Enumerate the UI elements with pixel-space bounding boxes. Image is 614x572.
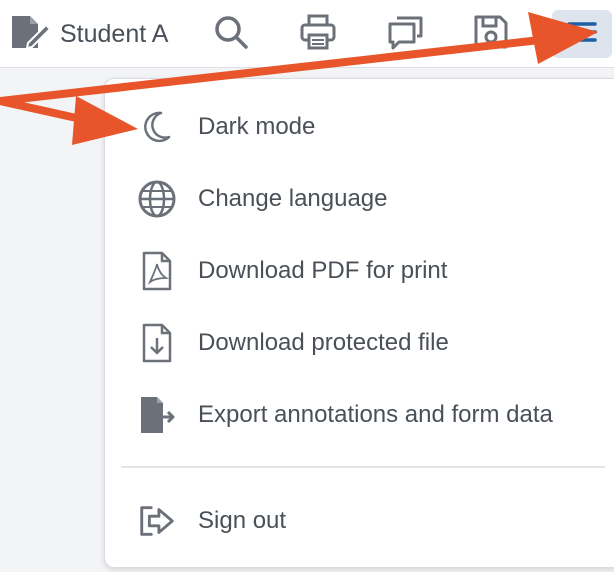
search-icon [211, 12, 251, 57]
print-button[interactable] [294, 10, 342, 58]
sign-out-icon [136, 500, 178, 542]
save-icon [471, 12, 511, 57]
save-button[interactable] [467, 10, 515, 58]
document-edit-icon [8, 12, 52, 57]
menu-item-dark-mode[interactable]: Dark mode [105, 100, 614, 154]
print-icon [298, 12, 338, 57]
menu-button[interactable] [552, 10, 612, 58]
moon-icon [136, 106, 178, 148]
main-menu-dropdown: Dark mode Change language Download PDF f… [104, 78, 614, 568]
user-name: Student A [60, 19, 169, 48]
file-export-icon [136, 394, 178, 436]
search-button[interactable] [207, 10, 255, 58]
menu-item-label: Sign out [198, 507, 287, 534]
menu-item-download-protected[interactable]: Download protected file [105, 316, 614, 370]
user-info: Student A [8, 14, 168, 54]
pdf-file-icon [136, 250, 178, 292]
menu-divider [121, 466, 605, 468]
menu-item-label: Dark mode [198, 113, 316, 140]
globe-icon [136, 178, 178, 220]
file-download-icon [136, 322, 178, 364]
menu-item-download-pdf[interactable]: Download PDF for print [105, 244, 614, 298]
menu-item-label: Export annotations and form data [198, 401, 553, 428]
menu-item-export-annotations[interactable]: Export annotations and form data [105, 388, 614, 442]
hamburger-menu-icon [564, 14, 600, 55]
comments-icon [385, 12, 425, 57]
menu-item-sign-out[interactable]: Sign out [105, 494, 614, 548]
toolbar: Student A [0, 0, 614, 68]
comments-button[interactable] [381, 10, 429, 58]
menu-item-change-language[interactable]: Change language [105, 172, 614, 226]
menu-item-label: Download PDF for print [198, 257, 448, 284]
menu-item-label: Download protected file [198, 329, 449, 356]
menu-item-label: Change language [198, 185, 388, 212]
